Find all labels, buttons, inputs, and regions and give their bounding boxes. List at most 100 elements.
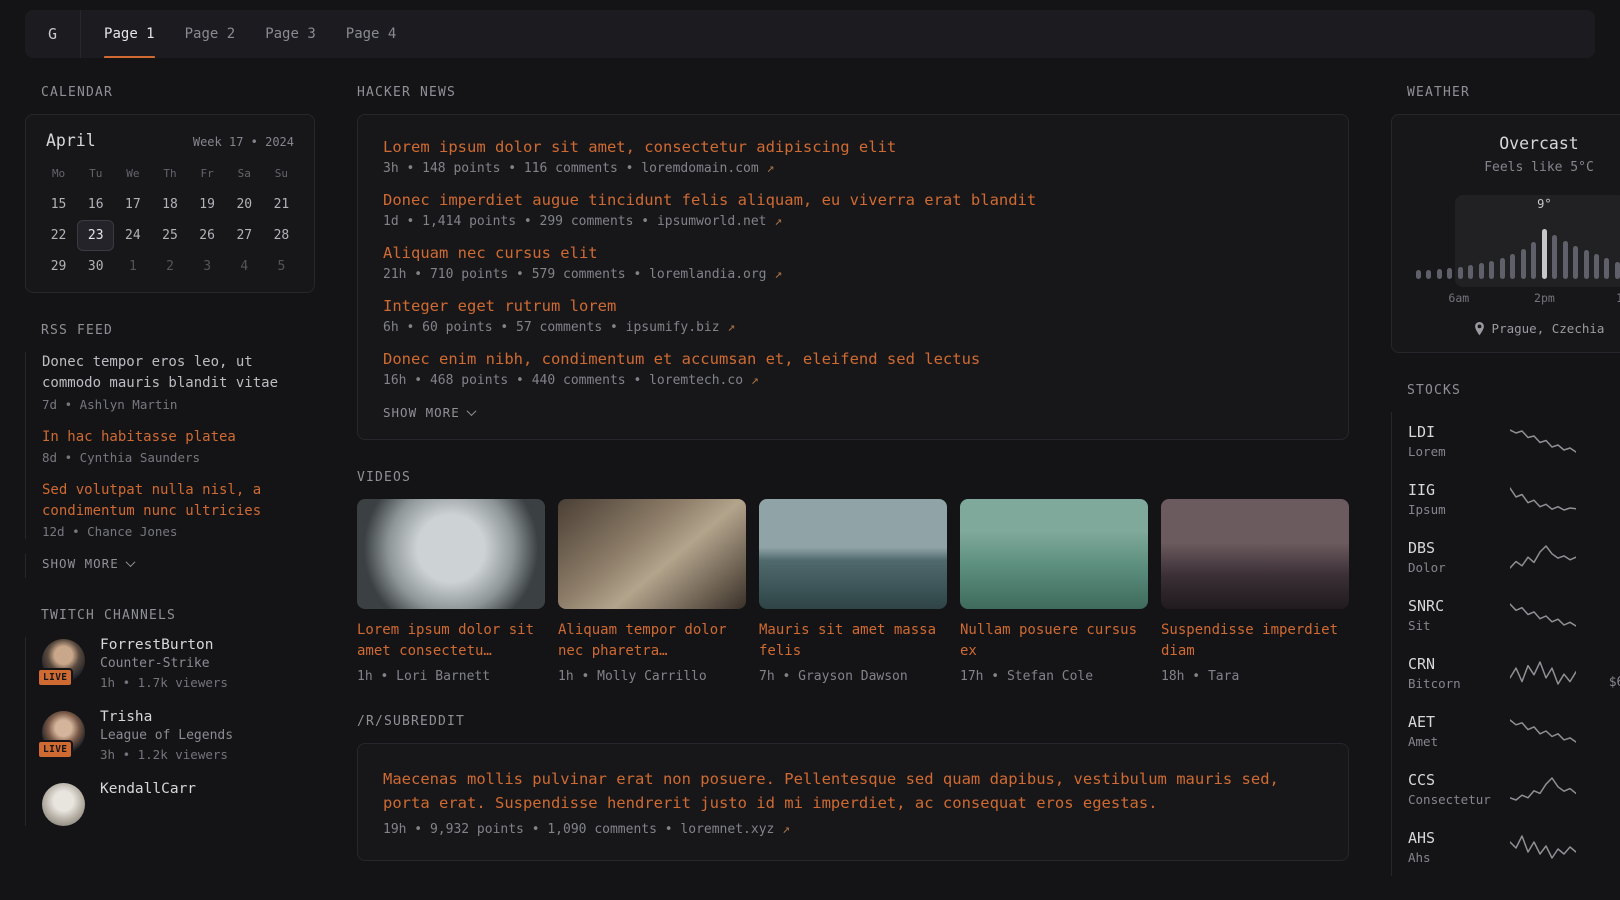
calendar-day[interactable]: 29 (40, 251, 77, 282)
rss-item: Sed volutpat nulla nisl, a condimentum n… (42, 480, 315, 540)
stock-row[interactable]: AET Amet +0.92% $499.72 (1392, 702, 1620, 760)
stock-row[interactable]: CCS Consectetur +0.51% $165.84 (1392, 760, 1620, 818)
calendar-day[interactable]: 27 (226, 220, 263, 251)
calendar-day[interactable]: 19 (189, 189, 226, 220)
calendar-day[interactable]: 28 (263, 220, 300, 251)
page-tabs: Page 1 Page 2 Page 3 Page 4 (89, 10, 411, 58)
calendar-day[interactable]: 5 (263, 251, 300, 282)
calendar-day[interactable]: 24 (114, 220, 151, 251)
stock-sparkline (1510, 485, 1576, 513)
hn-item: Donec enim nibh, condimentum et accumsan… (383, 350, 1323, 388)
video-thumbnail[interactable] (558, 499, 746, 609)
calendar-day[interactable]: 20 (226, 189, 263, 220)
page-tab[interactable]: Page 3 (250, 10, 331, 58)
video-thumbnail[interactable] (759, 499, 947, 609)
stock-numbers: +4.35% $795.18 (1586, 424, 1620, 458)
stock-numbers: +1.42% $156.28 (1586, 540, 1620, 574)
video-thumbnail[interactable] (357, 499, 545, 609)
hn-item-domain-link[interactable]: loremlandia.org ↗ (649, 267, 782, 282)
stock-change-percent: +1.42% (1586, 540, 1620, 556)
video-card[interactable]: Suspendisse imperdiet diam 18h • Tara (1161, 499, 1349, 684)
calendar-day[interactable]: 22 (40, 220, 77, 251)
calendar-day[interactable]: 26 (189, 220, 226, 251)
twitch-list: LIVE ForrestBurton Counter-Strike 1h • 1… (25, 637, 315, 826)
stock-symbol: IIG (1408, 481, 1500, 499)
twitch-channel-row[interactable]: LIVE KendallCarr (42, 781, 315, 826)
stock-change-percent: +0.92% (1586, 714, 1620, 730)
app-logo[interactable]: G (25, 10, 80, 58)
calendar-day[interactable]: 2 (151, 251, 188, 282)
hn-item-domain-link[interactable]: loremdomain.com ↗ (641, 161, 774, 176)
video-meta: 1h • Lori Barnett (357, 669, 545, 684)
page-tab[interactable]: Page 1 (89, 10, 170, 58)
external-link-icon: ↗ (774, 267, 782, 282)
video-card[interactable]: Mauris sit amet massa felis 7h • Grayson… (759, 499, 947, 684)
external-link-icon: ↗ (774, 214, 782, 229)
hn-item-domain-link[interactable]: ipsumify.biz ↗ (626, 320, 736, 335)
hn-item-title[interactable]: Lorem ipsum dolor sit amet, consectetur … (383, 138, 1323, 156)
stock-numbers: +2.84% $42.04 (1586, 482, 1620, 516)
stock-row[interactable]: DBS Dolor +1.42% $156.28 (1392, 528, 1620, 586)
rss-item-title[interactable]: Sed volutpat nulla nisl, a condimentum n… (42, 480, 315, 523)
weather-bar (1521, 249, 1526, 279)
twitch-channel-row[interactable]: LIVE ForrestBurton Counter-Strike 1h • 1… (42, 637, 315, 690)
video-title[interactable]: Nullam posuere cursus ex (960, 622, 1137, 659)
video-title[interactable]: Lorem ipsum dolor sit amet consectetu… (357, 622, 534, 659)
calendar-day[interactable]: 17 (114, 189, 151, 220)
twitch-channel-name[interactable]: ForrestBurton (100, 637, 228, 653)
weather-card: Overcast Feels like 5°C 9° 6am2pm10pm Pr… (1391, 114, 1620, 353)
stock-row[interactable]: SNRC Sit +1.36% $148.64 (1392, 586, 1620, 644)
weather-time-label: 10pm (1616, 291, 1620, 305)
calendar-day-header: Th (151, 160, 188, 189)
hn-item-domain-link[interactable]: ipsumworld.net ↗ (657, 214, 782, 229)
stock-change-percent: -1.00% (1586, 656, 1620, 672)
video-card[interactable]: Nullam posuere cursus ex 17h • Stefan Co… (960, 499, 1148, 684)
stock-row[interactable]: LDI Lorem +4.35% $795.18 (1392, 412, 1620, 470)
hn-item-domain-link[interactable]: loremtech.co ↗ (649, 373, 759, 388)
calendar-day[interactable]: 18 (151, 189, 188, 220)
twitch-channel-name[interactable]: Trisha (100, 709, 233, 725)
stock-row[interactable]: IIG Ipsum +2.84% $42.04 (1392, 470, 1620, 528)
hn-item-title[interactable]: Integer eget rutrum lorem (383, 297, 1323, 315)
hn-item-title[interactable]: Aliquam nec cursus elit (383, 244, 1323, 262)
stock-price: $66,171.48 (1586, 675, 1620, 690)
calendar-day[interactable]: 16 (77, 189, 114, 220)
page-tab[interactable]: Page 4 (331, 10, 412, 58)
stock-row[interactable]: AHS Ahs +0.46% $12.40 (1392, 818, 1620, 876)
hn-item: Lorem ipsum dolor sit amet, consectetur … (383, 138, 1323, 176)
video-thumbnail[interactable] (1161, 499, 1349, 609)
calendar-day[interactable]: 1 (114, 251, 151, 282)
video-card[interactable]: Lorem ipsum dolor sit amet consectetu… 1… (357, 499, 545, 684)
hn-item-title[interactable]: Donec enim nibh, condimentum et accumsan… (383, 350, 1323, 368)
video-card[interactable]: Aliquam tempor dolor nec pharetra… 1h • … (558, 499, 746, 684)
subreddit-post-title[interactable]: Maecenas mollis pulvinar erat non posuer… (383, 767, 1323, 815)
video-title[interactable]: Aliquam tempor dolor nec pharetra… (558, 622, 727, 659)
weather-time-label: 2pm (1534, 291, 1555, 305)
calendar-day[interactable]: 23 (77, 220, 114, 251)
stock-row[interactable]: CRN Bitcorn -1.00% $66,171.48 (1392, 644, 1620, 702)
rss-item-title[interactable]: Donec tempor eros leo, ut commodo mauris… (42, 352, 315, 395)
hackernews-show-more-button[interactable]: SHOW MORE (383, 405, 475, 420)
video-title[interactable]: Suspendisse imperdiet diam (1161, 622, 1338, 659)
twitch-channel-name[interactable]: KendallCarr (100, 781, 196, 797)
stock-numbers: +0.92% $499.72 (1586, 714, 1620, 748)
calendar-day[interactable]: 3 (189, 251, 226, 282)
rss-show-more-button[interactable]: SHOW MORE (42, 556, 134, 571)
twitch-channel-row[interactable]: LIVE Trisha League of Legends 3h • 1.2k … (42, 709, 315, 762)
video-title[interactable]: Mauris sit amet massa felis (759, 622, 936, 659)
video-thumbnail[interactable] (960, 499, 1148, 609)
rss-item-title[interactable]: In hac habitasse platea (42, 427, 315, 448)
twitch-channel-viewers: 1h • 1.7k viewers (100, 675, 228, 690)
calendar-day[interactable]: 25 (151, 220, 188, 251)
stock-price: $156.28 (1586, 559, 1620, 574)
calendar-day[interactable]: 21 (263, 189, 300, 220)
calendar-day[interactable]: 4 (226, 251, 263, 282)
stock-name: Lorem (1408, 444, 1500, 459)
subreddit-post-domain-link[interactable]: loremnet.xyz ↗ (680, 822, 790, 837)
calendar-day[interactable]: 15 (40, 189, 77, 220)
weather-bar (1489, 261, 1494, 279)
hn-item-title[interactable]: Donec imperdiet augue tincidunt felis al… (383, 191, 1323, 209)
calendar-day[interactable]: 30 (77, 251, 114, 282)
stock-symbol: CCS (1408, 771, 1500, 789)
page-tab[interactable]: Page 2 (170, 10, 251, 58)
